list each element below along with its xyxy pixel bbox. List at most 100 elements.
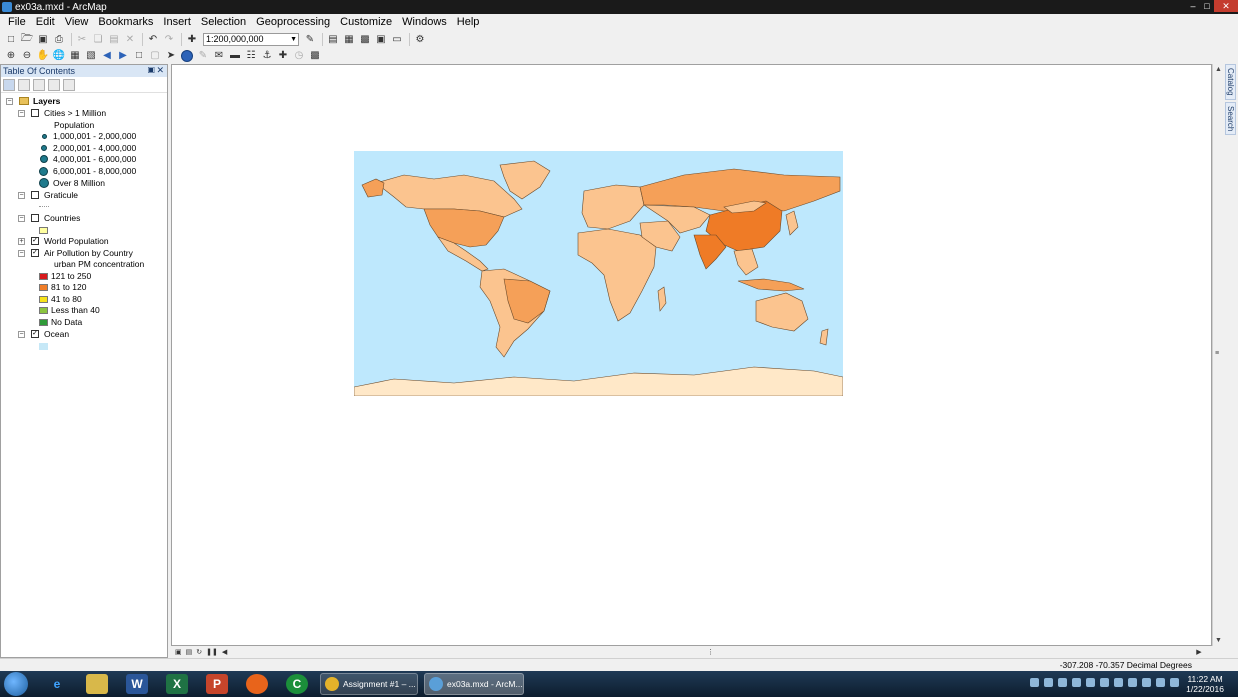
menu-view[interactable]: View bbox=[60, 14, 94, 31]
tray-icon[interactable] bbox=[1114, 678, 1123, 687]
scroll-thumb-icon[interactable]: ⋮ bbox=[707, 648, 714, 656]
tray-icon[interactable] bbox=[1030, 678, 1039, 687]
arctoolbox-icon[interactable]: ▣ bbox=[374, 33, 388, 47]
select-features-icon[interactable]: □ bbox=[132, 49, 146, 63]
menu-selection[interactable]: Selection bbox=[196, 14, 251, 31]
scroll-thumb-icon[interactable]: ≡ bbox=[1215, 350, 1219, 357]
list-by-source-icon[interactable] bbox=[18, 78, 30, 91]
minimize-button[interactable]: – bbox=[1186, 0, 1200, 12]
excel-icon[interactable]: X bbox=[166, 674, 188, 694]
fixed-zoom-out-icon[interactable]: ▧ bbox=[84, 49, 98, 63]
layer-world-population[interactable]: + ✓ World Population bbox=[18, 235, 109, 247]
collapse-icon[interactable]: − bbox=[6, 97, 13, 105]
collapse-icon[interactable]: − bbox=[18, 191, 25, 199]
menu-windows[interactable]: Windows bbox=[397, 14, 452, 31]
print-icon[interactable]: ⎙ bbox=[52, 33, 66, 47]
tray-icon[interactable] bbox=[1100, 678, 1109, 687]
zoom-in-icon[interactable]: ⊕ bbox=[4, 49, 18, 63]
taskbar-chrome-window[interactable]: Assignment #1 – ... bbox=[320, 673, 418, 695]
layout-view-icon[interactable]: ▤ bbox=[186, 648, 193, 656]
delete-icon[interactable]: ✕ bbox=[123, 33, 137, 47]
tray-icon[interactable] bbox=[1044, 678, 1053, 687]
list-by-visibility-icon[interactable] bbox=[33, 78, 45, 91]
close-button[interactable]: ✕ bbox=[1214, 0, 1238, 12]
layer-visibility-checkbox[interactable] bbox=[31, 214, 39, 222]
tray-icon[interactable] bbox=[1142, 678, 1151, 687]
menu-file[interactable]: File bbox=[3, 14, 31, 31]
system-clock[interactable]: 11:22 AM 1/22/2016 bbox=[1186, 674, 1224, 694]
new-document-icon[interactable]: □ bbox=[4, 33, 18, 47]
create-viewer-window-icon[interactable]: ▩ bbox=[308, 49, 322, 63]
undo-icon[interactable]: ↶ bbox=[146, 33, 160, 47]
catalog-tab[interactable]: Catalog bbox=[1225, 64, 1236, 100]
internet-explorer-icon[interactable]: e bbox=[46, 674, 68, 694]
list-by-selection-icon[interactable] bbox=[48, 78, 60, 91]
maximize-button[interactable]: □ bbox=[1200, 0, 1214, 12]
python-window-icon[interactable]: ▭ bbox=[390, 33, 404, 47]
layers-data-frame[interactable]: − Layers bbox=[6, 95, 60, 107]
expand-icon[interactable]: + bbox=[18, 237, 25, 245]
scroll-right-icon[interactable]: ▶ bbox=[1196, 648, 1201, 656]
html-popup-icon[interactable]: ✎ bbox=[196, 49, 210, 63]
tray-icon[interactable] bbox=[1086, 678, 1095, 687]
taskbar-arcmap-window[interactable]: ex03a.mxd - ArcM... bbox=[424, 673, 524, 695]
file-explorer-icon[interactable] bbox=[86, 674, 108, 694]
layer-visibility-checkbox[interactable]: ✓ bbox=[31, 249, 39, 257]
menu-customize[interactable]: Customize bbox=[335, 14, 397, 31]
tray-icon[interactable] bbox=[1072, 678, 1081, 687]
pin-icon[interactable]: ▣ bbox=[147, 65, 155, 74]
time-slider-icon[interactable]: ◷ bbox=[292, 49, 306, 63]
pan-icon[interactable]: ✋ bbox=[36, 49, 50, 63]
menu-edit[interactable]: Edit bbox=[31, 14, 60, 31]
redo-icon[interactable]: ↷ bbox=[162, 33, 176, 47]
list-by-drawing-order-icon[interactable] bbox=[3, 78, 15, 91]
fixed-zoom-in-icon[interactable]: ▦ bbox=[68, 49, 82, 63]
full-extent-icon[interactable]: 🌐 bbox=[52, 49, 66, 63]
editor-toolbar-icon[interactable]: ✎ bbox=[303, 33, 317, 47]
world-map[interactable] bbox=[354, 151, 843, 396]
powerpoint-icon[interactable]: P bbox=[206, 674, 228, 694]
layer-ocean[interactable]: − ✓ Ocean bbox=[18, 328, 69, 340]
identify-icon[interactable] bbox=[180, 49, 194, 63]
collapse-icon[interactable]: − bbox=[18, 109, 25, 117]
clear-selection-icon[interactable]: ▢ bbox=[148, 49, 162, 63]
tray-icon[interactable] bbox=[1170, 678, 1179, 687]
map-scale-dropdown[interactable]: 1:200,000,000 ▼ bbox=[203, 33, 299, 46]
cut-icon[interactable]: ✂ bbox=[75, 33, 89, 47]
forward-extent-icon[interactable]: ▶ bbox=[116, 49, 130, 63]
go-to-xy-icon[interactable]: ✚ bbox=[276, 49, 290, 63]
hyperlink-icon[interactable]: ✉ bbox=[212, 49, 226, 63]
scroll-left-icon[interactable]: ◀ bbox=[222, 648, 227, 656]
find-route-icon[interactable]: ⚓ bbox=[260, 49, 274, 63]
menu-help[interactable]: Help bbox=[452, 14, 485, 31]
tray-icon[interactable] bbox=[1128, 678, 1137, 687]
word-icon[interactable]: W bbox=[126, 674, 148, 694]
citrix-icon[interactable]: C bbox=[286, 674, 308, 694]
save-icon[interactable]: ▣ bbox=[36, 33, 50, 47]
tray-icon[interactable] bbox=[1058, 678, 1067, 687]
toc-options-icon[interactable] bbox=[63, 78, 75, 91]
menu-insert[interactable]: Insert bbox=[158, 14, 196, 31]
copy-icon[interactable]: ❏ bbox=[91, 33, 105, 47]
collapse-icon[interactable]: − bbox=[18, 214, 25, 222]
open-folder-icon[interactable]: 🗁 bbox=[20, 33, 34, 47]
layer-visibility-checkbox[interactable] bbox=[31, 191, 39, 199]
menu-geoprocessing[interactable]: Geoprocessing bbox=[251, 14, 335, 31]
refresh-icon[interactable]: ↻ bbox=[196, 648, 202, 656]
firefox-icon[interactable] bbox=[246, 674, 268, 694]
layer-visibility-checkbox[interactable] bbox=[31, 109, 39, 117]
search-window-icon[interactable]: ▩ bbox=[358, 33, 372, 47]
data-view-icon[interactable]: ▣ bbox=[175, 648, 182, 656]
search-tab[interactable]: Search bbox=[1225, 101, 1236, 135]
collapse-icon[interactable]: − bbox=[18, 249, 25, 257]
find-icon[interactable]: ☷ bbox=[244, 49, 258, 63]
collapse-icon[interactable]: − bbox=[18, 330, 25, 338]
catalog-window-icon[interactable]: ▦ bbox=[342, 33, 356, 47]
scroll-down-icon[interactable]: ▼ bbox=[1215, 637, 1222, 644]
layer-cities[interactable]: − Cities > 1 Million bbox=[18, 107, 106, 119]
tray-icon[interactable] bbox=[1156, 678, 1165, 687]
start-button[interactable] bbox=[4, 672, 28, 696]
add-data-icon[interactable]: ✚ bbox=[185, 33, 199, 47]
back-extent-icon[interactable]: ◀ bbox=[100, 49, 114, 63]
map-horizontal-scrollbar[interactable]: ▣ ▤ ↻ ❚❚ ◀ ⋮ ▶ bbox=[171, 646, 1212, 657]
